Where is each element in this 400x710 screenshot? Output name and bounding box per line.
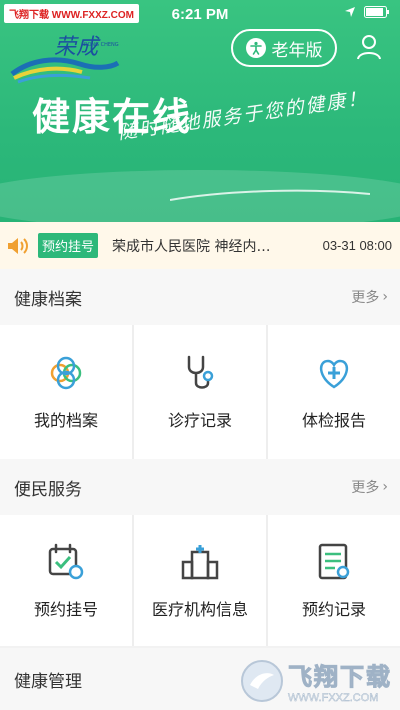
section-health-records: 健康档案 更多 › bbox=[0, 269, 400, 325]
slogan-swoosh bbox=[170, 189, 370, 201]
grid-item-appointment-records[interactable]: 预约记录 bbox=[268, 515, 400, 646]
senior-mode-label: 老年版 bbox=[271, 40, 323, 61]
user-icon[interactable] bbox=[356, 34, 382, 60]
speaker-icon bbox=[8, 237, 28, 254]
notice-bar[interactable]: 预约挂号 荣成市人民医院 神经内… 03-31 08:00 bbox=[0, 222, 400, 269]
more-label: 更多 bbox=[351, 290, 380, 306]
grid-item-label: 医疗机构信息 bbox=[151, 599, 248, 619]
watermark-icon bbox=[241, 659, 283, 702]
watermark-logo: 飞翔下载 WWW.FXXZ.COM bbox=[240, 657, 392, 704]
accessibility-icon bbox=[245, 38, 266, 58]
more-link[interactable]: 更多 › bbox=[351, 287, 388, 307]
notice-text: 荣成市人民医院 神经内… bbox=[112, 238, 271, 255]
section-title: 健康档案 bbox=[14, 289, 82, 310]
location-icon bbox=[345, 7, 355, 17]
section-convenience-services: 便民服务 更多 › bbox=[0, 459, 400, 515]
senior-mode-button[interactable]: 老年版 bbox=[231, 29, 337, 67]
status-time: 6:21 PM bbox=[171, 5, 229, 23]
grid-item-label: 我的档案 bbox=[33, 411, 98, 430]
grid-item-my-profile[interactable]: 我的档案 bbox=[0, 325, 132, 459]
health-records-grid: 我的档案 诊疗记录 体检报告 bbox=[0, 325, 400, 459]
svg-text:RONG CHENG: RONG CHENG bbox=[84, 42, 119, 48]
battery-icon bbox=[364, 6, 389, 18]
grid-item-checkup-report[interactable]: 体检报告 bbox=[268, 325, 400, 459]
city-logo: 荣成 RONG CHENG bbox=[10, 35, 120, 84]
checkup-icon bbox=[320, 359, 348, 389]
watermark-badge: 飞翔下载 WWW.FXXZ.COM bbox=[4, 4, 139, 23]
grid-item-appointment[interactable]: 预约挂号 bbox=[0, 515, 132, 646]
chevron-right-icon: › bbox=[382, 479, 388, 495]
convenience-services-grid: 预约挂号 医疗机构信息 预约记录 bbox=[0, 515, 400, 646]
header-banner: 荣成 RONG CHENG 老年版 健康在线 随时随地服务于您的健康！ bbox=[0, 0, 400, 222]
grid-item-label: 预约挂号 bbox=[33, 599, 98, 619]
more-link[interactable]: 更多 › bbox=[351, 477, 388, 497]
profile-icon bbox=[50, 356, 82, 390]
record-icon bbox=[318, 543, 350, 579]
grid-item-label: 诊疗记录 bbox=[167, 411, 232, 430]
hospital-icon bbox=[181, 544, 219, 579]
calendar-icon bbox=[48, 543, 84, 579]
stethoscope-icon bbox=[187, 355, 214, 389]
grid-item-treatment-records[interactable]: 诊疗记录 bbox=[134, 325, 266, 459]
more-label: 更多 bbox=[351, 480, 380, 496]
grid-item-label: 体检报告 bbox=[301, 411, 366, 430]
chevron-right-icon: › bbox=[382, 289, 388, 305]
watermark-brand: 飞翔下载 bbox=[288, 663, 392, 692]
notice-time: 03-31 08:00 bbox=[322, 238, 392, 253]
watermark-url: WWW.FXXZ.COM bbox=[288, 692, 379, 704]
status-bar: 飞翔下载 WWW.FXXZ.COM 6:21 PM bbox=[0, 0, 400, 28]
section-title: 便民服务 bbox=[14, 479, 82, 500]
notice-tag: 预约挂号 bbox=[38, 233, 99, 258]
section-title: 健康管理 bbox=[14, 671, 82, 692]
grid-item-label: 预约记录 bbox=[301, 599, 366, 619]
grid-item-medical-institutions[interactable]: 医疗机构信息 bbox=[134, 515, 266, 646]
